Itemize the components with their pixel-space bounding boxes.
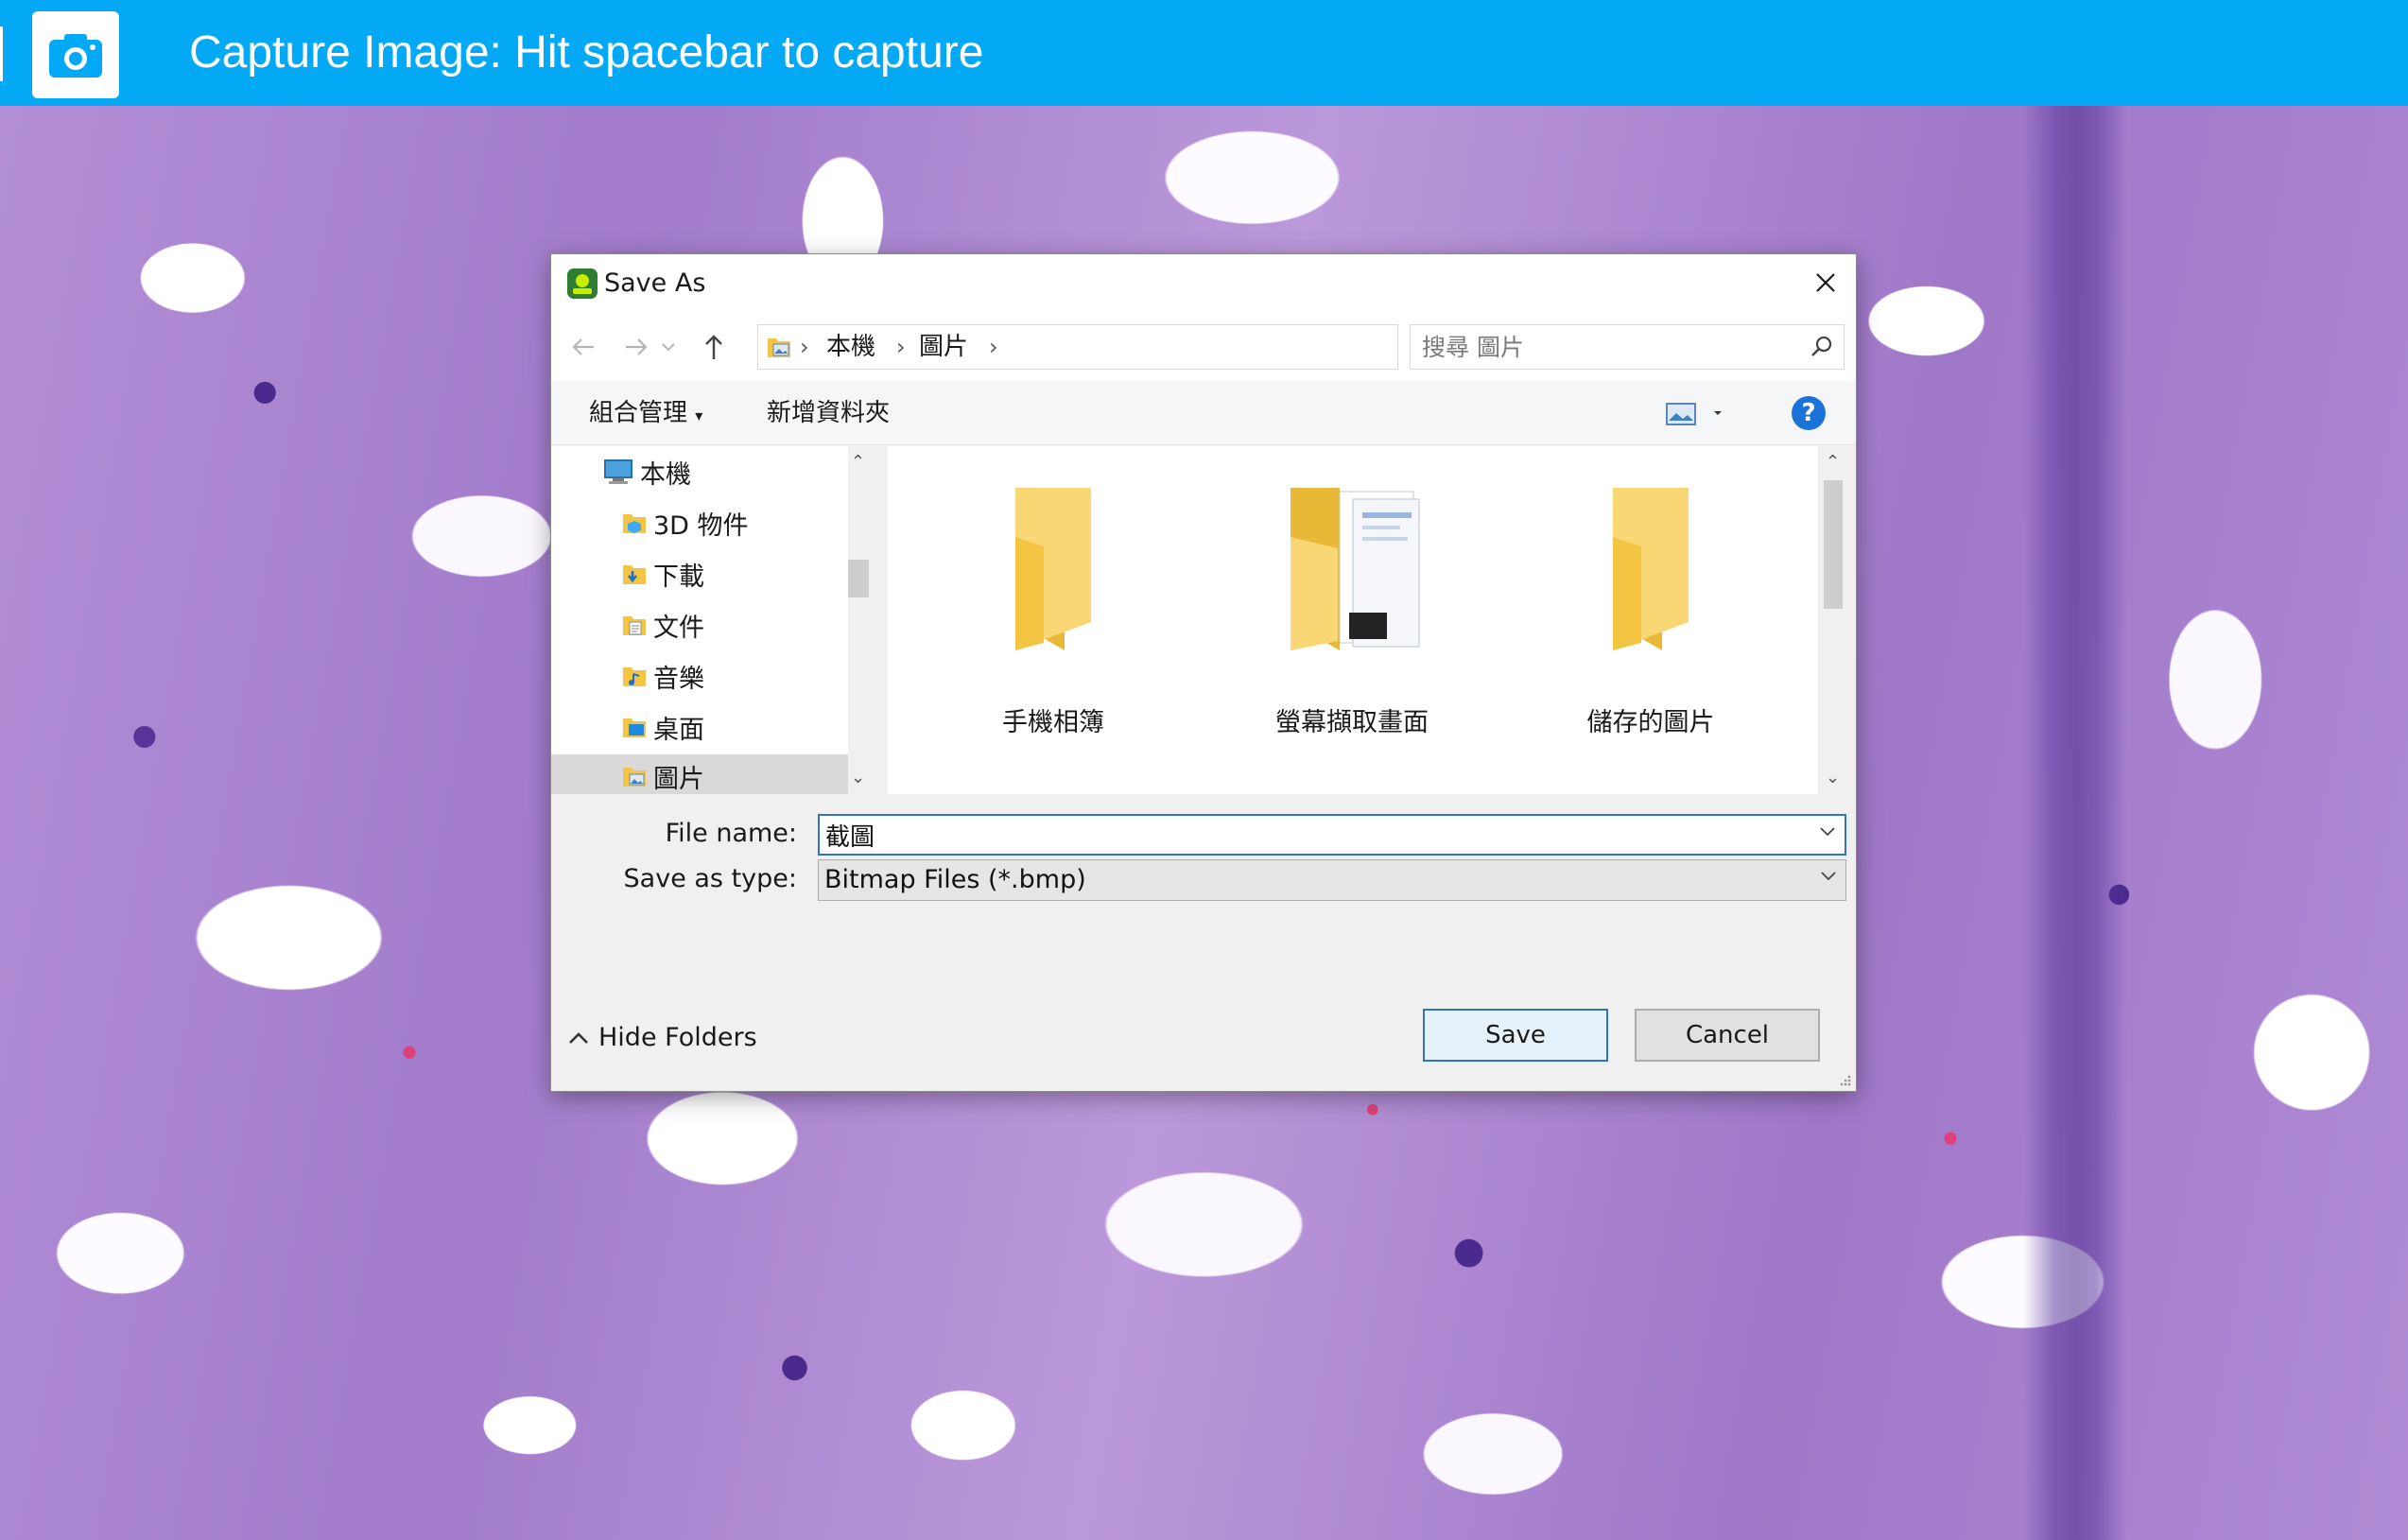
search-input[interactable] bbox=[1422, 331, 1800, 363]
pictures-folder-icon bbox=[768, 338, 790, 357]
navigation-bar: › 本機 › 圖片 › ↻ bbox=[551, 313, 1856, 381]
chevron-down-icon bbox=[662, 343, 675, 352]
camera-icon bbox=[49, 34, 102, 78]
file-name-label: File name: bbox=[665, 819, 797, 848]
forward-button[interactable] bbox=[617, 328, 655, 366]
tree-item-music[interactable]: 音樂 bbox=[551, 654, 848, 698]
chevron-up-icon bbox=[569, 1032, 588, 1044]
arrow-up-icon bbox=[705, 335, 722, 359]
file-item-label: 儲存的圖片 bbox=[1586, 708, 1715, 737]
dialog-titlebar: Save As bbox=[551, 254, 1856, 313]
organize-menu[interactable]: 組合管理 ▾ bbox=[589, 398, 702, 431]
breadcrumb-separator: › bbox=[989, 334, 998, 360]
breadcrumb-separator: › bbox=[896, 334, 906, 360]
dropdown-caret-icon: ▾ bbox=[695, 407, 703, 424]
bar-edge-divider bbox=[0, 26, 3, 81]
folder-item-phone-album[interactable]: 手機相簿 bbox=[935, 480, 1171, 737]
file-list-scrollbar[interactable]: ⌃ ⌄ bbox=[1818, 446, 1846, 794]
help-button[interactable]: ? bbox=[1792, 396, 1826, 430]
command-bar: 組合管理 ▾ 新增資料夾 ? bbox=[551, 381, 1856, 445]
search-box[interactable] bbox=[1410, 324, 1845, 370]
view-options-icon bbox=[1666, 403, 1722, 425]
breadcrumb-pictures[interactable]: 圖片 bbox=[919, 333, 968, 361]
folder-item-saved-pictures[interactable]: 儲存的圖片 bbox=[1533, 480, 1769, 737]
tree-item-label: 圖片 bbox=[653, 764, 704, 794]
file-item-label: 螢幕擷取畫面 bbox=[1275, 708, 1429, 737]
arrow-right-icon bbox=[626, 338, 648, 355]
file-name-input[interactable] bbox=[825, 820, 1790, 850]
hide-folders-button[interactable]: Hide Folders bbox=[568, 1022, 757, 1054]
tree-item-downloads[interactable]: 下載 bbox=[551, 552, 848, 596]
tree-item-label: 桌面 bbox=[653, 715, 704, 745]
scrollbar-thumb[interactable] bbox=[1824, 480, 1843, 609]
tree-item-label: 本機 bbox=[640, 459, 691, 490]
computer-icon bbox=[604, 459, 632, 484]
folder-icon bbox=[1613, 488, 1689, 650]
tree-item-label: 音樂 bbox=[653, 664, 704, 694]
capture-bar: Capture Image: Hit spacebar to capture bbox=[0, 0, 2408, 106]
tree-item-documents[interactable]: 文件 bbox=[551, 603, 848, 647]
arrow-left-icon bbox=[572, 338, 594, 355]
hide-folders-label: Hide Folders bbox=[598, 1023, 757, 1052]
tree-item-desktop[interactable]: 桌面 bbox=[551, 705, 848, 749]
tissue-vessel-decoration bbox=[2023, 106, 2127, 1540]
breadcrumb-this-pc[interactable]: 本機 bbox=[826, 333, 875, 361]
folder-item-screenshots[interactable]: 螢幕擷取畫面 bbox=[1234, 480, 1470, 737]
search-icon bbox=[1811, 336, 1832, 356]
music-folder-icon bbox=[623, 667, 646, 686]
cancel-button[interactable]: Cancel bbox=[1635, 1009, 1820, 1062]
tree-item-label: 文件 bbox=[653, 613, 704, 643]
change-view-button[interactable] bbox=[1665, 400, 1724, 430]
camera-button[interactable] bbox=[32, 11, 119, 98]
tree-item-this-pc[interactable]: 本機 bbox=[551, 450, 848, 493]
downloads-folder-icon bbox=[623, 565, 646, 584]
navigation-scrollbar[interactable]: ⌃ ⌄ bbox=[848, 446, 869, 794]
pictures-folder-icon bbox=[623, 768, 646, 787]
recent-locations-button[interactable] bbox=[657, 328, 680, 366]
close-icon bbox=[1816, 273, 1835, 292]
scrollbar-thumb[interactable] bbox=[848, 560, 869, 597]
tree-item-3d-objects[interactable]: 3D 物件 bbox=[551, 501, 848, 545]
file-list: 手機相簿 螢幕擷取畫面 儲存的圖片 bbox=[888, 446, 1818, 794]
scroll-up-icon[interactable]: ⌃ bbox=[851, 452, 865, 472]
address-bar[interactable]: › 本機 › 圖片 › ↻ bbox=[757, 324, 1598, 370]
file-name-combobox[interactable] bbox=[818, 814, 1846, 856]
breadcrumb-separator: › bbox=[800, 334, 809, 360]
folder-icon bbox=[1015, 488, 1091, 650]
file-item-label: 手機相簿 bbox=[1002, 708, 1104, 737]
save-as-dialog: Save As › 本機 › 圖片 › 搜尋 圖片 組合管理 ▾ 新增資料夾 ?… bbox=[550, 253, 1857, 1092]
scroll-up-icon[interactable]: ⌃ bbox=[1826, 452, 1840, 472]
scroll-down-icon[interactable]: ⌄ bbox=[851, 768, 865, 787]
save-as-type-value: Bitmap Files (*.bmp) bbox=[824, 865, 1086, 894]
up-button[interactable] bbox=[695, 328, 733, 366]
chevron-down-icon[interactable] bbox=[1821, 872, 1836, 881]
new-folder-button[interactable]: 新增資料夾 bbox=[767, 398, 890, 428]
close-button[interactable] bbox=[1801, 260, 1850, 305]
save-as-type-label: Save as type: bbox=[623, 864, 797, 893]
capture-title: Capture Image: Hit spacebar to capture bbox=[189, 27, 984, 78]
tree-item-label: 3D 物件 bbox=[653, 510, 749, 541]
save-button[interactable]: Save bbox=[1423, 1009, 1608, 1062]
3d-objects-folder-icon bbox=[623, 514, 646, 533]
tree-item-label: 下載 bbox=[653, 562, 704, 592]
desktop-folder-icon bbox=[623, 718, 646, 737]
back-button[interactable] bbox=[564, 328, 602, 366]
resize-grip-icon[interactable] bbox=[1837, 1072, 1852, 1087]
app-icon bbox=[567, 268, 598, 299]
save-as-type-select[interactable]: Bitmap Files (*.bmp) bbox=[818, 859, 1846, 901]
dialog-title: Save As bbox=[604, 268, 706, 298]
folder-with-files-icon bbox=[1291, 488, 1420, 650]
scroll-down-icon[interactable]: ⌄ bbox=[1826, 768, 1840, 787]
documents-folder-icon bbox=[623, 616, 646, 635]
tree-item-pictures[interactable]: 圖片 bbox=[551, 754, 848, 794]
chevron-down-icon[interactable] bbox=[1820, 827, 1835, 837]
organize-label: 組合管理 bbox=[589, 399, 688, 427]
navigation-pane: 本機 3D 物件 下載 文件 音樂 桌面 圖片 bbox=[551, 446, 848, 794]
